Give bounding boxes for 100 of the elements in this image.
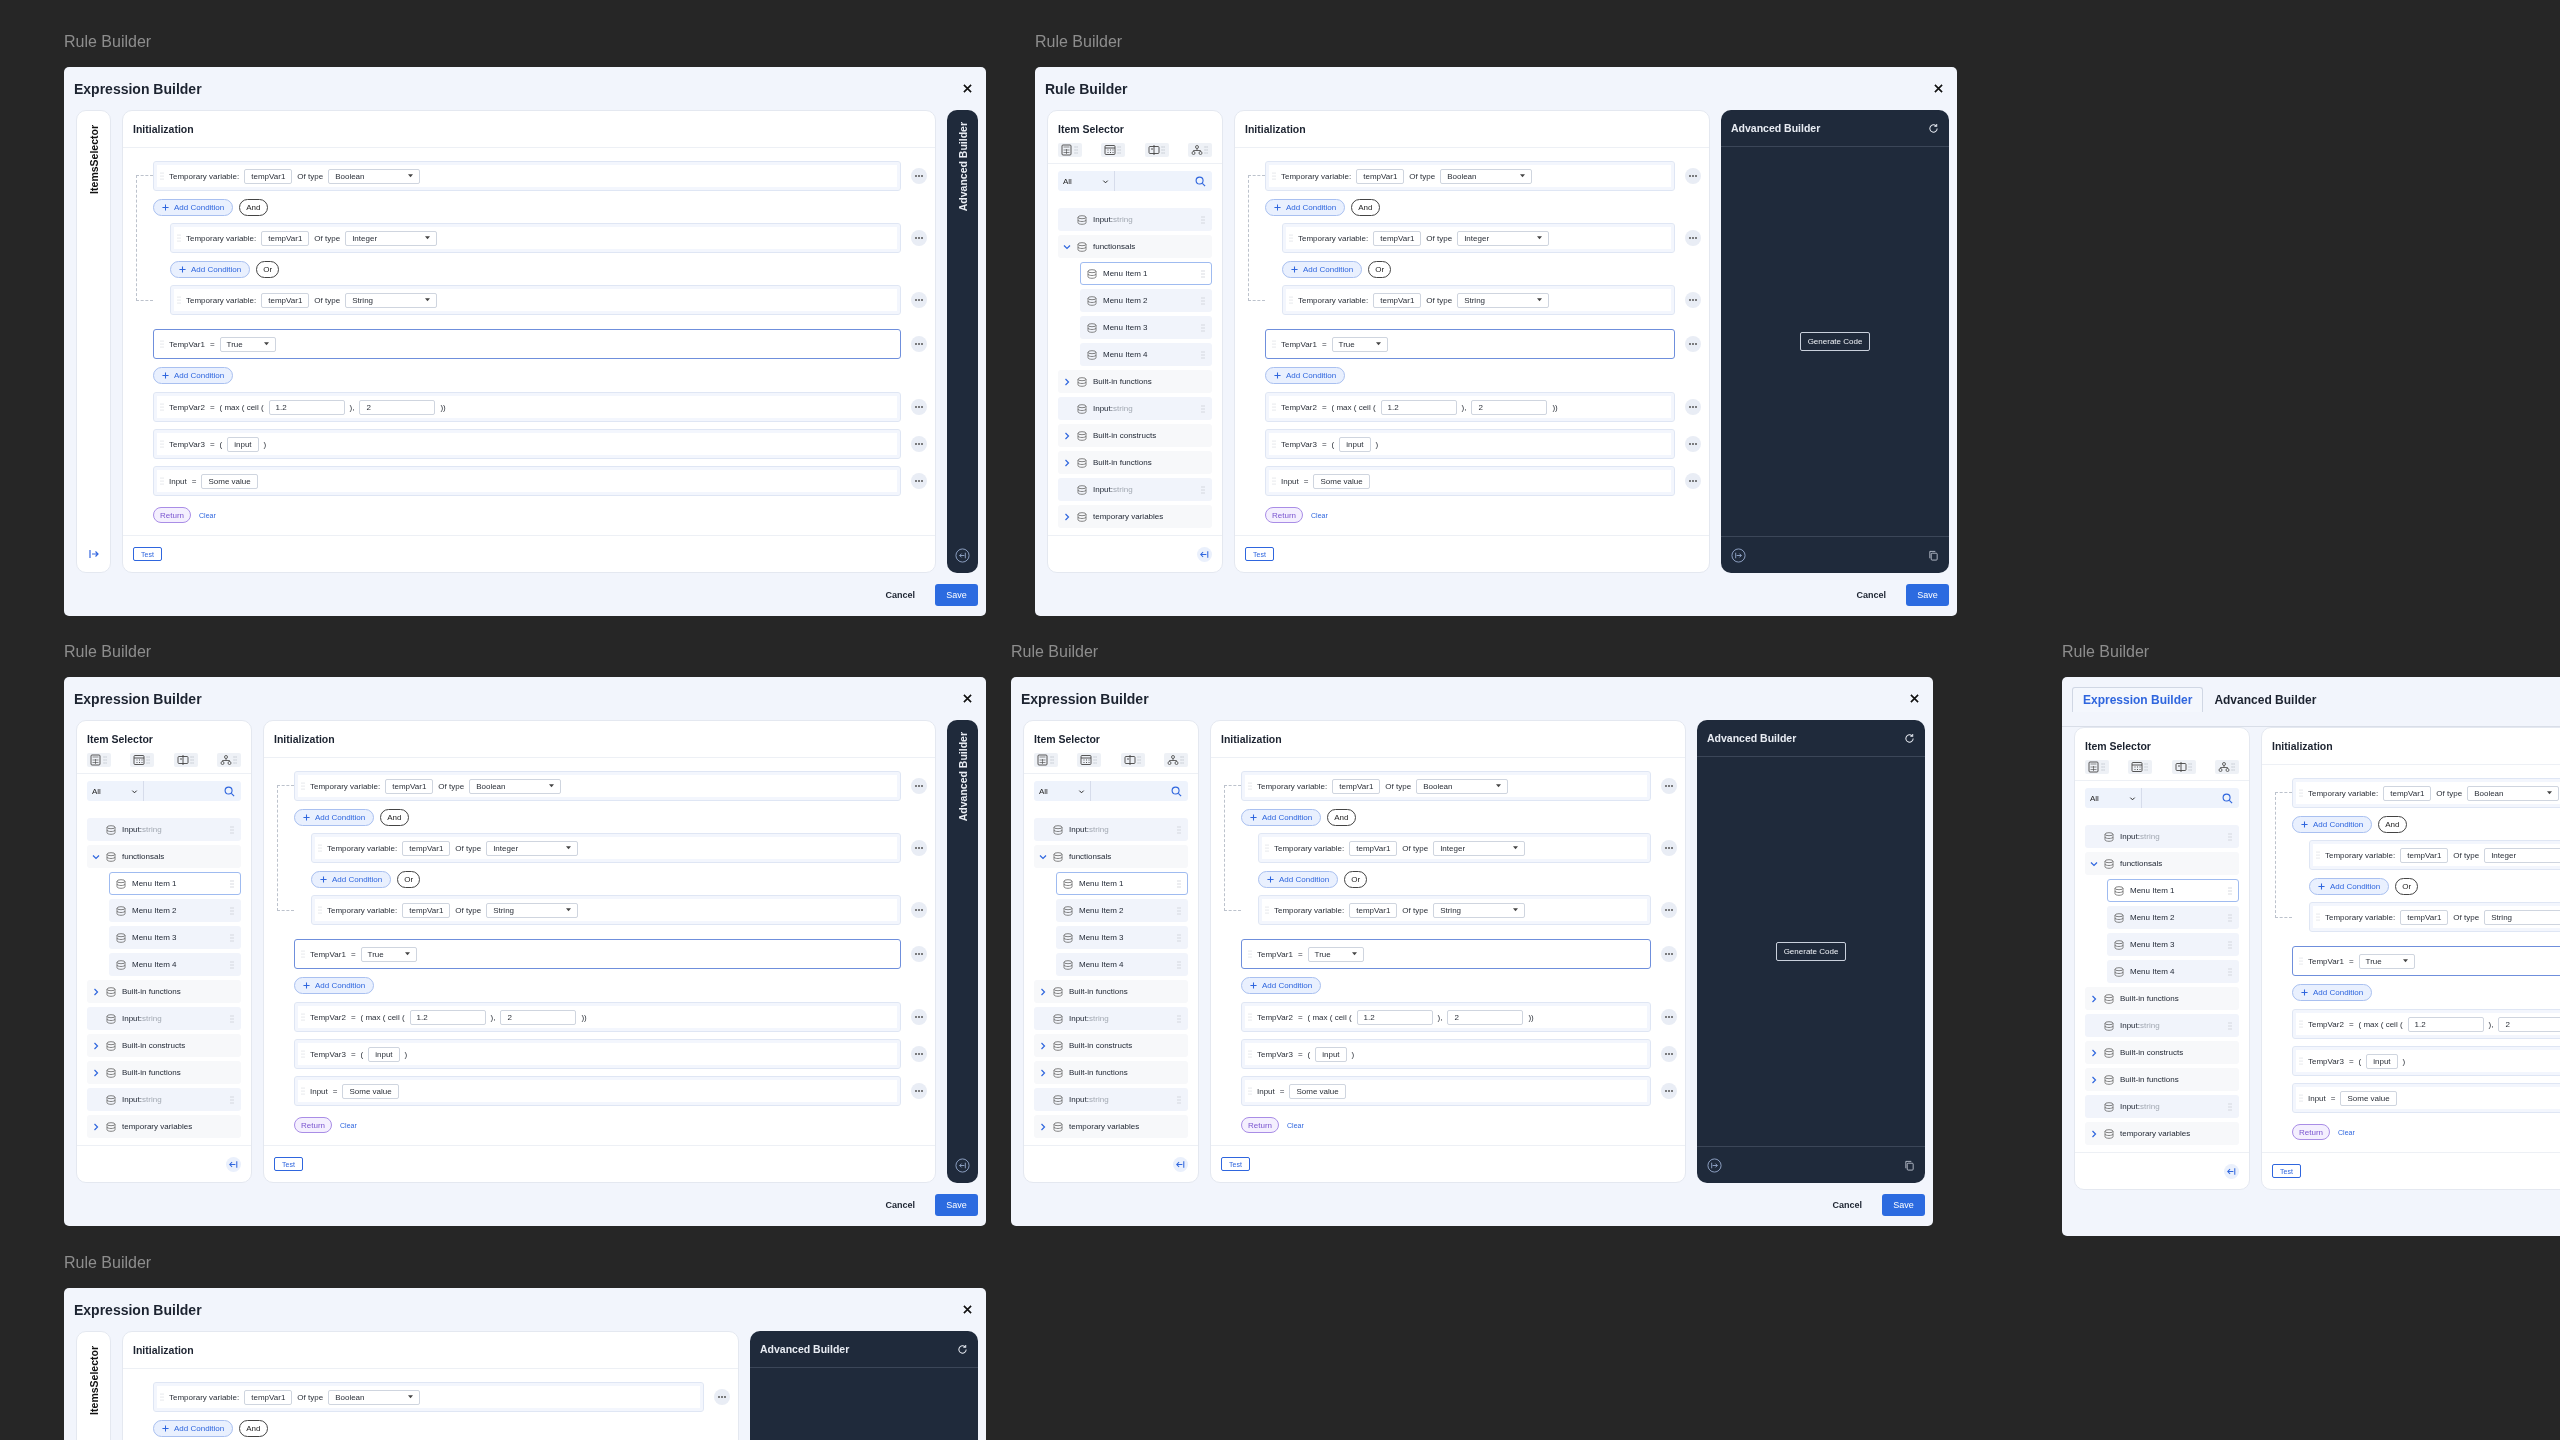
value-field[interactable]: Some value: [201, 473, 258, 489]
more-icon[interactable]: [1661, 840, 1677, 856]
value-field[interactable]: input: [1339, 436, 1371, 452]
return-button[interactable]: Return: [294, 1117, 332, 1133]
more-icon[interactable]: [1685, 336, 1701, 352]
tree-item[interactable]: Input:string: [87, 1007, 241, 1030]
tree-item[interactable]: Built-in functions: [87, 980, 241, 1003]
operator-button[interactable]: And: [1351, 198, 1380, 216]
tree-item[interactable]: Input:string: [1034, 1088, 1188, 1111]
operator-button[interactable]: Or: [1344, 870, 1368, 888]
variable-field[interactable]: tempVar1: [261, 230, 310, 246]
variable-field[interactable]: tempVar1: [2400, 909, 2449, 925]
chevron-icon[interactable]: [1063, 242, 1071, 251]
tree-item[interactable]: Input:string: [87, 818, 241, 841]
value-field[interactable]: input: [227, 436, 259, 452]
add-condition-button[interactable]: Add Condition: [294, 976, 375, 994]
variable-field[interactable]: tempVar1: [261, 292, 310, 308]
more-icon[interactable]: [1685, 436, 1701, 452]
refresh-icon[interactable]: [957, 1343, 968, 1355]
variable-field[interactable]: tempVar1: [402, 840, 451, 856]
number-field[interactable]: 2: [500, 1009, 577, 1025]
return-button[interactable]: Return: [1265, 507, 1303, 523]
tree-item[interactable]: Built-in constructs: [87, 1034, 241, 1057]
more-icon[interactable]: [911, 292, 927, 308]
chevron-icon[interactable]: [92, 852, 100, 861]
variable-field[interactable]: tempVar1: [2383, 785, 2432, 801]
add-condition-button[interactable]: Add Condition: [1265, 366, 1346, 384]
more-icon[interactable]: [911, 473, 927, 489]
tree-item[interactable]: Built-in functions: [87, 1061, 241, 1084]
more-icon[interactable]: [1661, 778, 1677, 794]
add-condition-button[interactable]: Add Condition: [170, 260, 251, 278]
add-condition-button[interactable]: Add Condition: [1241, 976, 1322, 994]
generate-code-button[interactable]: Generate Code: [1775, 942, 1847, 961]
number-field[interactable]: 2: [2498, 1016, 2560, 1032]
number-field[interactable]: 1.2: [409, 1009, 486, 1025]
more-icon[interactable]: [911, 946, 927, 962]
calendar-icon[interactable]: [1077, 753, 1102, 767]
type-dropdown[interactable]: Integer: [345, 230, 438, 246]
tree-item[interactable]: Built-in functions: [1058, 451, 1212, 474]
tree-item[interactable]: Menu Item 2: [1056, 899, 1188, 922]
type-dropdown[interactable]: String: [1457, 292, 1550, 308]
number-field[interactable]: 1.2: [1380, 399, 1457, 415]
more-icon[interactable]: [714, 1389, 730, 1405]
operator-button[interactable]: Or: [256, 260, 280, 278]
value-field[interactable]: input: [368, 1046, 400, 1062]
tree-item[interactable]: Menu Item 1: [1056, 872, 1188, 895]
value-field[interactable]: Some value: [2340, 1090, 2397, 1106]
type-dropdown[interactable]: String: [2484, 909, 2560, 925]
tree-item[interactable]: Menu Item 3: [2107, 933, 2239, 956]
collapse-icon[interactable]: [1197, 546, 1212, 562]
tree-item[interactable]: Menu Item 2: [2107, 906, 2239, 929]
tree-item[interactable]: Built-in functions: [1034, 980, 1188, 1003]
chevron-icon[interactable]: [1039, 852, 1047, 861]
tree-item[interactable]: functionsals: [1058, 235, 1212, 258]
hierarchy-icon[interactable]: [217, 753, 241, 767]
refresh-icon[interactable]: [1904, 732, 1915, 744]
save-button[interactable]: Save: [1906, 583, 1949, 606]
value-dropdown[interactable]: True: [1331, 336, 1388, 352]
add-condition-button[interactable]: Add Condition: [1282, 260, 1363, 278]
variable-field[interactable]: tempVar1: [244, 1389, 293, 1405]
expand-icon[interactable]: [1731, 547, 1746, 563]
more-icon[interactable]: [911, 840, 927, 856]
tree-item[interactable]: Built-in functions: [2085, 1068, 2239, 1091]
type-dropdown[interactable]: Boolean: [328, 168, 421, 184]
expand-icon[interactable]: [87, 548, 100, 560]
add-condition-button[interactable]: Add Condition: [2292, 815, 2373, 833]
hierarchy-icon[interactable]: [1164, 753, 1188, 767]
tree-item[interactable]: Built-in functions: [1034, 1061, 1188, 1084]
more-icon[interactable]: [1661, 1083, 1677, 1099]
number-field[interactable]: 2: [359, 399, 436, 415]
type-dropdown[interactable]: Integer: [2484, 847, 2560, 863]
more-icon[interactable]: [1685, 292, 1701, 308]
tree-item[interactable]: Built-in functions: [1058, 370, 1212, 393]
save-button[interactable]: Save: [1882, 1193, 1925, 1216]
split-panel-icon[interactable]: [1120, 753, 1145, 767]
type-dropdown[interactable]: Integer: [486, 840, 579, 856]
type-dropdown[interactable]: Boolean: [2467, 785, 2560, 801]
more-icon[interactable]: [911, 1009, 927, 1025]
add-condition-button[interactable]: Add Condition: [2309, 877, 2390, 895]
variable-field[interactable]: tempVar1: [1373, 292, 1422, 308]
chevron-icon[interactable]: [1039, 987, 1047, 996]
number-field[interactable]: 2: [1471, 399, 1548, 415]
operator-button[interactable]: And: [2378, 815, 2407, 833]
value-field[interactable]: Some value: [342, 1083, 399, 1099]
tree-item[interactable]: functionsals: [1034, 845, 1188, 868]
tree-item[interactable]: Input:string: [2085, 1095, 2239, 1118]
copy-icon[interactable]: [1904, 1159, 1915, 1171]
return-button[interactable]: Return: [2292, 1124, 2330, 1140]
collapse-icon[interactable]: [2224, 1163, 2239, 1179]
add-condition-button[interactable]: Add Condition: [1241, 808, 1322, 826]
add-condition-button[interactable]: Add Condition: [1265, 198, 1346, 216]
more-icon[interactable]: [911, 1083, 927, 1099]
chevron-icon[interactable]: [92, 1041, 100, 1050]
variable-field[interactable]: tempVar1: [244, 168, 293, 184]
return-button[interactable]: Return: [1241, 1117, 1279, 1133]
tree-item[interactable]: Input:string: [1058, 208, 1212, 231]
operator-button[interactable]: And: [239, 1419, 268, 1437]
collapse-icon[interactable]: [226, 1156, 241, 1172]
tree-item[interactable]: Input:string: [2085, 825, 2239, 848]
value-field[interactable]: input: [2366, 1053, 2398, 1069]
